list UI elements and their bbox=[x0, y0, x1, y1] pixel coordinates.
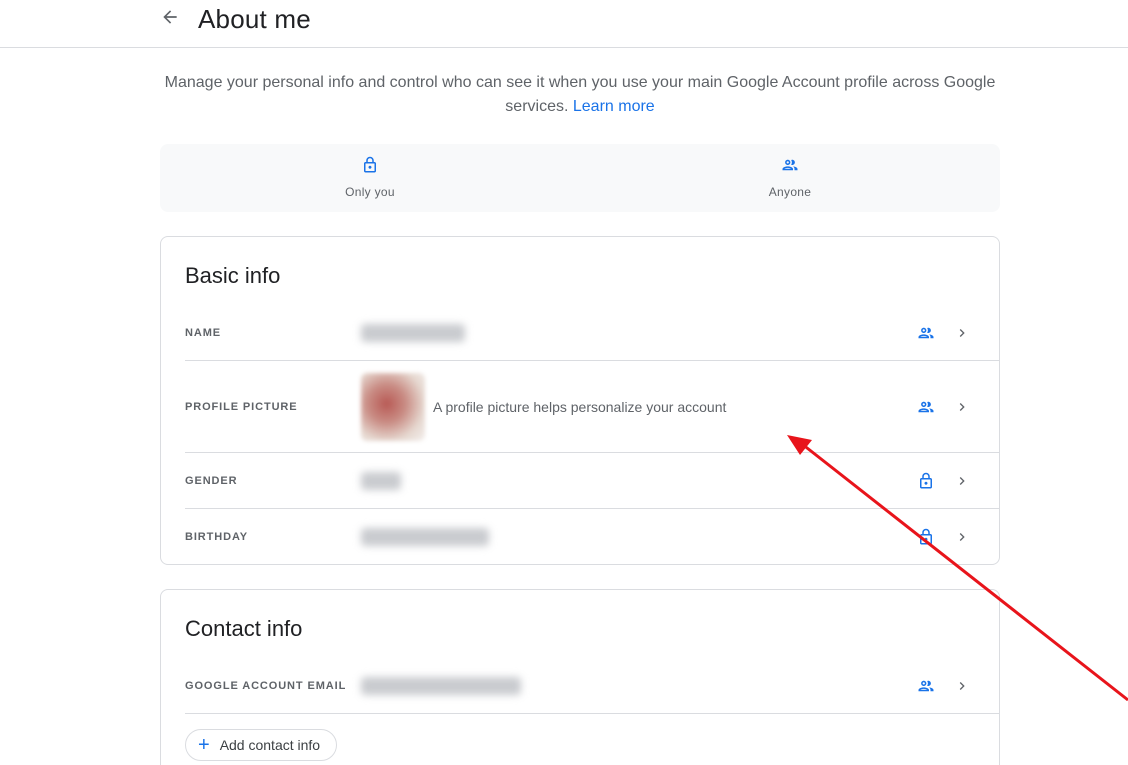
row-label: NAME bbox=[185, 326, 221, 339]
visibility-legend: Only you Anyone bbox=[160, 144, 1000, 212]
page-title: About me bbox=[198, 4, 311, 34]
add-contact-info-button[interactable]: + Add contact info bbox=[185, 729, 338, 761]
row-name[interactable]: NAME bbox=[185, 305, 999, 361]
profile-picture-hint: A profile picture helps personalize your… bbox=[433, 398, 727, 415]
row-profile-picture[interactable]: PROFILE PICTURE A profile picture helps … bbox=[185, 361, 999, 453]
arrow-back-icon bbox=[160, 7, 180, 32]
basic-info-card: Basic info NAME PROFILE PICTURE A profil… bbox=[160, 236, 1000, 565]
row-label: GOOGLE ACCOUNT EMAIL bbox=[185, 679, 347, 692]
email-value-redacted bbox=[361, 676, 521, 695]
chevron-right-icon bbox=[953, 472, 971, 490]
lock-icon bbox=[915, 526, 937, 548]
row-label: PROFILE PICTURE bbox=[185, 400, 298, 413]
basic-info-title: Basic info bbox=[185, 263, 281, 288]
chevron-right-icon bbox=[953, 324, 971, 342]
people-icon bbox=[780, 156, 800, 179]
legend-label: Only you bbox=[345, 185, 395, 199]
legend-label: Anyone bbox=[768, 185, 812, 199]
lock-icon bbox=[361, 156, 379, 179]
row-gender[interactable]: GENDER bbox=[185, 453, 999, 509]
people-icon bbox=[915, 675, 937, 697]
top-app-bar: About me bbox=[0, 0, 1128, 48]
row-google-account-email[interactable]: GOOGLE ACCOUNT EMAIL bbox=[185, 658, 999, 714]
chevron-right-icon bbox=[953, 398, 971, 416]
row-birthday[interactable]: BIRTHDAY bbox=[185, 509, 999, 565]
birthday-value-redacted bbox=[361, 528, 489, 546]
name-value-redacted bbox=[361, 323, 465, 342]
plus-icon: + bbox=[198, 734, 210, 756]
chevron-right-icon bbox=[953, 528, 971, 546]
add-contact-info-label: Add contact info bbox=[219, 737, 321, 753]
contact-info-card: Contact info GOOGLE ACCOUNT EMAIL + Add … bbox=[160, 589, 1000, 765]
row-label: GENDER bbox=[185, 474, 238, 487]
intro-text: Manage your personal info and control wh… bbox=[160, 71, 1000, 119]
chevron-right-icon bbox=[953, 677, 971, 695]
profile-picture-value: A profile picture helps personalize your… bbox=[361, 372, 727, 441]
legend-only-you: Only you bbox=[160, 144, 580, 212]
contact-info-title: Contact info bbox=[185, 616, 303, 641]
lock-icon bbox=[915, 470, 937, 492]
legend-anyone: Anyone bbox=[580, 144, 1000, 212]
learn-more-link[interactable]: Learn more bbox=[573, 98, 655, 115]
people-icon bbox=[915, 322, 937, 344]
avatar bbox=[361, 372, 425, 441]
row-label: BIRTHDAY bbox=[185, 531, 249, 543]
people-icon bbox=[915, 396, 937, 418]
back-button[interactable] bbox=[157, 6, 183, 32]
gender-value-redacted bbox=[361, 471, 401, 490]
